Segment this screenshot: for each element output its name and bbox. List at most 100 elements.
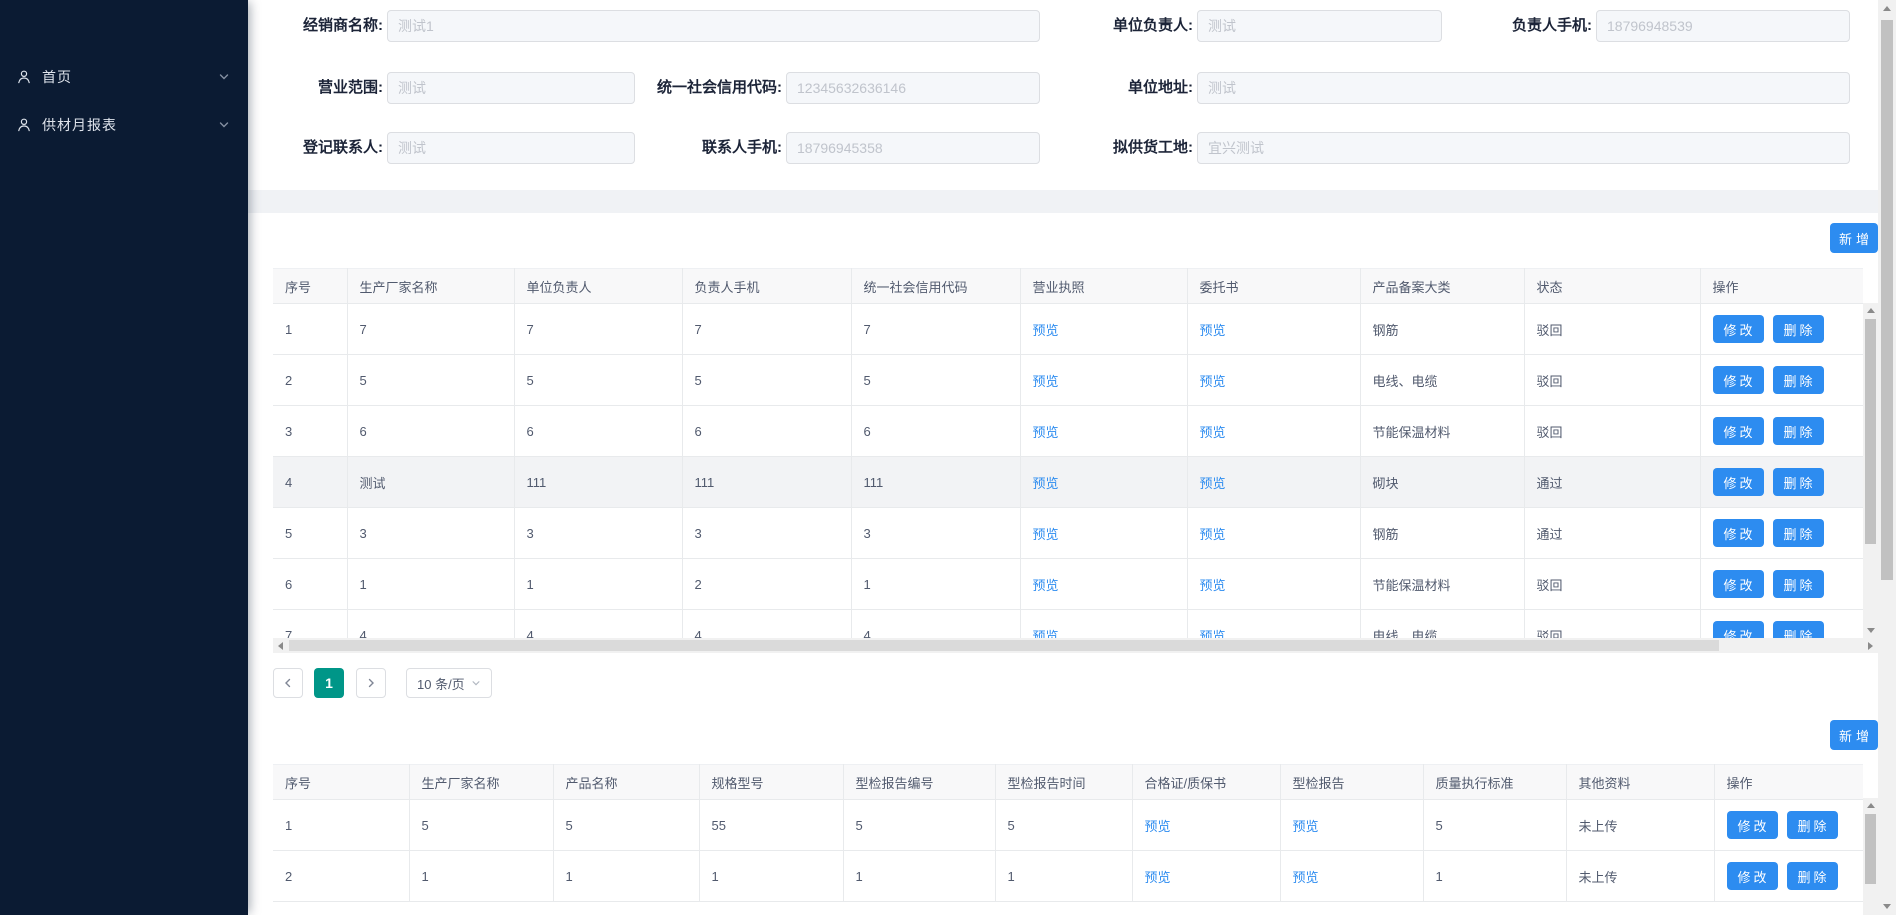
pagination-next-button[interactable] [356, 668, 386, 698]
scroll-down-arrow-icon[interactable] [1867, 628, 1875, 633]
preview-link[interactable]: 预览 [1200, 425, 1226, 440]
preview-link[interactable]: 预览 [1200, 629, 1226, 639]
cell-ops: 修改删除 [1700, 355, 1863, 406]
scrollbar-thumb[interactable] [1881, 20, 1893, 580]
cell-head: 1 [514, 559, 682, 610]
column-header-license: 营业执照 [1020, 269, 1187, 304]
chevron-down-icon [218, 71, 230, 83]
preview-link[interactable]: 预览 [1033, 476, 1059, 491]
chevron-right-icon [365, 677, 377, 689]
cell-factory: 测试 [347, 457, 514, 508]
preview-link[interactable]: 预览 [1145, 870, 1171, 885]
preview-link[interactable]: 预览 [1033, 374, 1059, 389]
delete-button[interactable]: 删除 [1773, 570, 1824, 598]
business-scope-field[interactable] [387, 72, 635, 104]
preview-link[interactable]: 预览 [1200, 578, 1226, 593]
cell-head: 5 [514, 355, 682, 406]
scrollbar-thumb[interactable] [289, 640, 1719, 651]
page-vertical-scrollbar[interactable] [1878, 0, 1896, 915]
scrollbar-thumb[interactable] [1865, 814, 1876, 884]
preview-link[interactable]: 预览 [1200, 527, 1226, 542]
edit-button[interactable]: 修改 [1713, 366, 1764, 394]
preview-link[interactable]: 预览 [1033, 323, 1059, 338]
delete-button[interactable]: 删除 [1773, 519, 1824, 547]
preview-link[interactable]: 预览 [1033, 425, 1059, 440]
sidebar-item-home[interactable]: 首页 [0, 57, 248, 97]
scroll-down-arrow-icon[interactable] [1883, 904, 1891, 909]
scroll-right-arrow-icon[interactable] [1868, 642, 1873, 650]
table-row: 53333预览预览钢筋通过修改删除 [273, 508, 1863, 559]
table-row: 74444预览预览电线、电缆驳回修改删除 [273, 610, 1863, 639]
head-phone-field[interactable] [1596, 10, 1850, 42]
factory-table: 序号生产厂家名称单位负责人负责人手机统一社会信用代码营业执照委托书产品备案大类状… [273, 268, 1878, 638]
add-product-button[interactable]: 新增 [1830, 720, 1878, 750]
cell-category: 钢筋 [1360, 304, 1524, 355]
contact-phone-field[interactable] [786, 132, 1040, 164]
cell-license: 预览 [1020, 610, 1187, 639]
column-header-proxy: 委托书 [1187, 269, 1360, 304]
supply-site-label: 拟供货工地: [1060, 132, 1193, 164]
pagination-prev-button[interactable] [273, 668, 303, 698]
cell-reportat: 1 [995, 851, 1132, 902]
scroll-up-arrow-icon[interactable] [1867, 803, 1875, 808]
edit-button[interactable]: 修改 [1713, 315, 1764, 343]
preview-link[interactable]: 预览 [1200, 374, 1226, 389]
scroll-up-arrow-icon[interactable] [1867, 308, 1875, 313]
edit-button[interactable]: 修改 [1713, 519, 1764, 547]
sidebar-item-monthly-report[interactable]: 供材月报表 [0, 105, 248, 145]
preview-link[interactable]: 预览 [1293, 870, 1319, 885]
table1-horizontal-scrollbar[interactable] [273, 638, 1878, 653]
preview-link[interactable]: 预览 [1033, 578, 1059, 593]
pagination-page-1[interactable]: 1 [314, 668, 344, 698]
cell-cert: 预览 [1132, 851, 1280, 902]
unit-head-field[interactable] [1197, 10, 1442, 42]
business-scope-label: 营业范围: [255, 72, 383, 104]
pagination: 1 10 条/页 [273, 668, 492, 698]
column-header-product: 产品名称 [553, 765, 699, 800]
credit-code-field[interactable] [786, 72, 1040, 104]
column-header-factory: 生产厂家名称 [409, 765, 553, 800]
supply-site-field[interactable] [1197, 132, 1850, 164]
table2-vertical-scrollbar[interactable] [1863, 798, 1878, 915]
cell-other: 未上传 [1566, 851, 1714, 902]
edit-button[interactable]: 修改 [1713, 621, 1764, 638]
page-size-select[interactable]: 10 条/页 [406, 668, 492, 698]
preview-link[interactable]: 预览 [1293, 819, 1319, 834]
delete-button[interactable]: 删除 [1787, 811, 1838, 839]
edit-button[interactable]: 修改 [1713, 468, 1764, 496]
cell-ops: 修改删除 [1700, 508, 1863, 559]
contact-name-field[interactable] [387, 132, 635, 164]
cell-factory: 3 [347, 508, 514, 559]
add-factory-button[interactable]: 新增 [1830, 223, 1878, 253]
cell-category: 电线、电缆 [1360, 355, 1524, 406]
delete-button[interactable]: 删除 [1773, 468, 1824, 496]
delete-button[interactable]: 删除 [1773, 366, 1824, 394]
delete-button[interactable]: 删除 [1787, 862, 1838, 890]
cell-ops: 修改删除 [1700, 457, 1863, 508]
unit-address-field[interactable] [1197, 72, 1850, 104]
delete-button[interactable]: 删除 [1773, 315, 1824, 343]
column-header-head: 单位负责人 [514, 269, 682, 304]
edit-button[interactable]: 修改 [1727, 811, 1778, 839]
delete-button[interactable]: 删除 [1773, 417, 1824, 445]
cell-head: 4 [514, 610, 682, 639]
edit-button[interactable]: 修改 [1727, 862, 1778, 890]
preview-link[interactable]: 预览 [1033, 527, 1059, 542]
cell-factory: 5 [347, 355, 514, 406]
edit-button[interactable]: 修改 [1713, 417, 1764, 445]
dealer-name-field[interactable] [387, 10, 1040, 42]
cell-license: 预览 [1020, 457, 1187, 508]
preview-link[interactable]: 预览 [1200, 476, 1226, 491]
edit-button[interactable]: 修改 [1713, 570, 1764, 598]
table1-vertical-scrollbar[interactable] [1863, 303, 1878, 638]
scrollbar-thumb[interactable] [1865, 319, 1876, 544]
preview-link[interactable]: 预览 [1145, 819, 1171, 834]
scroll-up-arrow-icon[interactable] [1883, 6, 1891, 11]
scroll-left-arrow-icon[interactable] [278, 642, 283, 650]
table-row: 1555555预览预览5未上传修改删除 [273, 800, 1863, 851]
cell-phone: 7 [682, 304, 851, 355]
preview-link[interactable]: 预览 [1033, 629, 1059, 639]
preview-link[interactable]: 预览 [1200, 323, 1226, 338]
cell-phone: 2 [682, 559, 851, 610]
delete-button[interactable]: 删除 [1773, 621, 1824, 638]
